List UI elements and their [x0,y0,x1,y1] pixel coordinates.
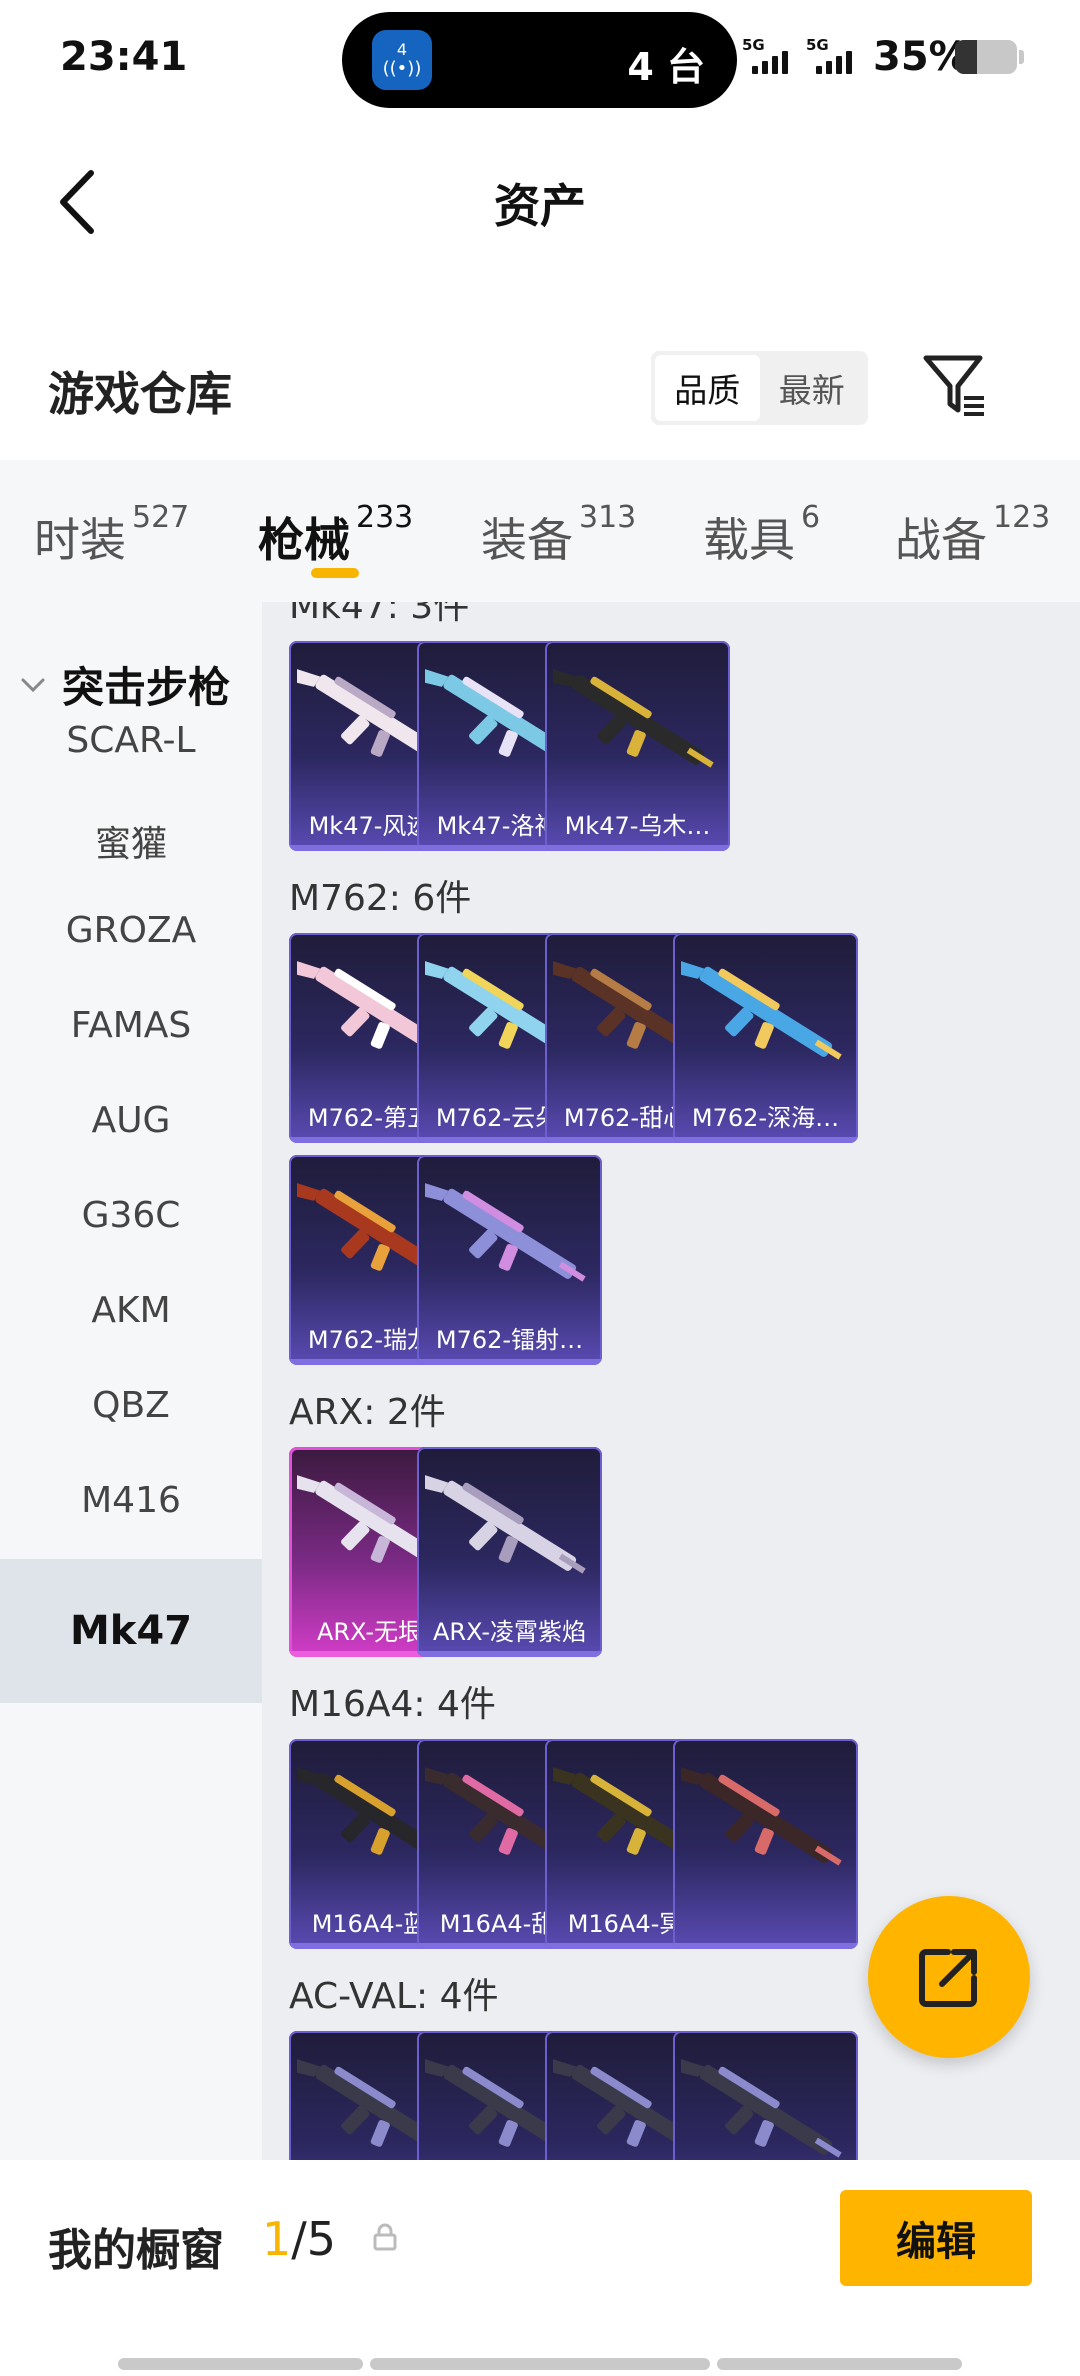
share-icon [919,1949,977,2007]
tab-firearms[interactable]: 枪械 233 [258,500,413,570]
rifle-icon [681,1767,842,1866]
signal-icon-2: 5G [806,36,864,76]
battery-tip [1019,50,1024,64]
weapon-skin-name: M762-深海… [691,1104,840,1132]
nav-indicator-right [717,2358,962,2370]
group-label: M16A4: 4件 [289,1684,496,1725]
card-rarity-bar [417,1359,602,1365]
lock-icon [373,2223,397,2251]
sidebar-item[interactable]: FAMAS [0,1005,262,1055]
broadcast-glyph: ((•)) [382,58,422,79]
island-device-count: 4 台 [627,45,705,89]
sidebar-category-label: 突击步枪 [62,663,231,712]
tab-count: 313 [579,500,637,535]
sidebar-item[interactable]: QBZ [0,1385,262,1435]
weapon-skin-card[interactable]: M762-镭射… [417,1155,602,1365]
warehouse-title: 游戏仓库 [48,367,232,421]
edit-button[interactable]: 编辑 [840,2190,1032,2286]
tab-label: 战备 [895,513,987,567]
group-label: M762: 6件 [289,878,472,919]
weapon-skin-name: Mk47-乌木… [564,812,711,840]
tab-count: 527 [132,500,190,535]
sidebar-item[interactable]: 蜜獾 [0,815,262,865]
tab-label: 时装 [34,513,126,567]
tab-label: 枪械 [258,513,350,567]
rifle-icon [553,669,714,768]
filter-icon [923,355,984,416]
sidebar-item[interactable]: GROZA [0,910,262,960]
app-root: { "status": {"time": "23:41", "island_ba… [0,0,1080,2376]
showcase-bar: 我的橱窗 1/5 编辑 [0,2160,1080,2320]
category-tabs: 时装 527 枪械 233 装备 313 载具 6 战备 123 [0,460,1080,602]
weapon-sidebar: 突击步枪 SCAR-L 蜜獾 GROZA FAMAS AUG G36C AKM QBZ M416… [0,602,262,2160]
tab-count: 233 [356,500,414,535]
weapon-skin-card[interactable] [673,2031,858,2160]
weapon-skin-card[interactable]: ARX-凌霄紫焰 [417,1447,602,1657]
showcase-title: 我的橱窗 [48,2225,224,2276]
weapon-skin-card[interactable]: Mk47-乌木… [545,641,730,851]
sort-newest-option[interactable]: 最新 [760,355,865,421]
weapon-skin-card[interactable]: M762-深海… [673,933,858,1143]
tab-label: 装备 [481,513,573,567]
sort-segmented-control: 品质 最新 [651,351,868,425]
card-rarity-bar [417,1651,602,1657]
filter-button[interactable] [920,350,990,420]
nav-indicator-center [370,2358,710,2370]
sidebar-item[interactable]: Mk47 [0,1559,262,1703]
weapon-skin-name: M762-镭射… [435,1326,584,1354]
rifle-icon [681,961,842,1060]
weapon-skin-card[interactable] [673,1739,858,1949]
weapon-skin-name: ARX-凌霄紫焰 [433,1618,586,1646]
tab-count: 123 [993,500,1051,535]
sidebar-item[interactable]: AUG [0,1100,262,1150]
page-title: 资产 [494,179,586,233]
tab-count: 6 [801,500,821,535]
tab-label: 载具 [703,513,795,567]
tab-fashion[interactable]: 时装 527 [34,500,189,570]
share-fab-button[interactable] [868,1896,1030,2058]
hotspot-badge-number: 4 [396,40,408,59]
sort-quality-option[interactable]: 品质 [655,355,760,421]
tab-equipment[interactable]: 装备 313 [481,500,636,570]
group-label: ARX: 2件 [289,1392,446,1433]
group-label: AC-VAL: 4件 [289,1976,499,2017]
hotspot-icon: 4 ((•)) [372,30,432,90]
status-time: 23:41 [60,34,188,80]
rifle-icon [425,1183,586,1282]
chevron-down-icon [21,678,45,692]
status-bar: 23:41 4 ((•)) 4 台 5G 5G 35% [0,0,1080,120]
sidebar-category-assault-rifle[interactable]: 突击步枪 [18,654,230,715]
battery-icon [955,40,1017,74]
showcase-count: 1/5 [262,2212,336,2266]
sidebar-item[interactable]: SCAR-L [0,720,262,770]
nav-indicator-left [118,2358,363,2370]
card-rarity-bar [673,1137,858,1143]
tab-supplies[interactable]: 战备 123 [895,500,1050,570]
card-rarity-bar [673,1943,858,1949]
nav-bar: 资产 [0,140,1080,260]
sidebar-item[interactable]: AKM [0,1290,262,1340]
tab-vehicles[interactable]: 载具 6 [703,500,820,570]
group-label: Mk47: 3件 [289,602,470,627]
rifle-icon [425,1475,586,1574]
showcase-total: /5 [291,2212,337,2266]
dynamic-island[interactable]: 4 ((•)) 4 台 [342,12,737,108]
card-rarity-bar [545,845,730,851]
sidebar-item[interactable]: G36C [0,1195,262,1245]
rifle-icon [681,2059,842,2158]
sidebar-item[interactable]: M416 [0,1480,262,1530]
showcase-current: 1 [262,2212,292,2266]
signal-icon-1: 5G [742,36,800,76]
active-tab-indicator [311,568,359,578]
